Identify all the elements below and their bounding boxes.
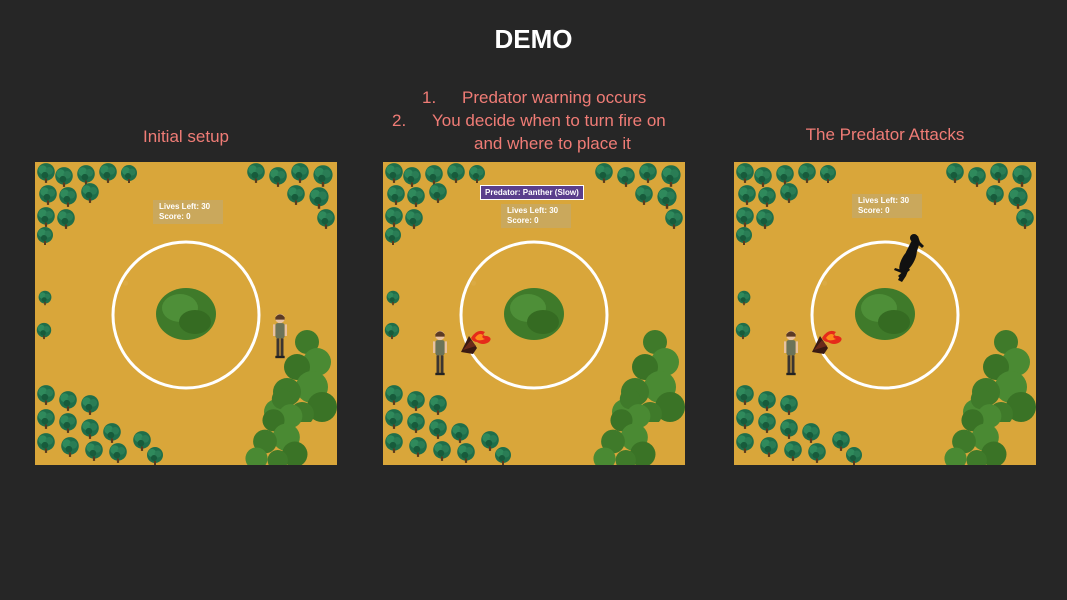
bush-icon (593, 330, 685, 465)
tree-cluster-icon (247, 163, 335, 229)
tree-cluster-icon (595, 163, 683, 229)
score: Score: 0 (858, 206, 890, 215)
tree-cluster-icon (946, 163, 1034, 229)
panther-icon[interactable] (894, 234, 924, 282)
player-character-icon[interactable] (433, 330, 447, 376)
player-character-icon[interactable] (784, 330, 798, 376)
central-bush-icon (504, 288, 564, 340)
score: Score: 0 (159, 212, 191, 221)
tree-cluster-icon (736, 163, 836, 245)
step-1-text: Predator warning occurs (462, 88, 647, 107)
tree-cluster-icon (385, 163, 485, 245)
tree-cluster-icon (735, 290, 862, 465)
step-2-number: 2. (392, 111, 407, 130)
bush-icon (245, 330, 337, 465)
bush-icon (944, 330, 1036, 465)
tree-cluster-icon (37, 163, 137, 245)
step-2-text-continued: and where to place it (474, 134, 631, 153)
step-2-text: You decide when to turn fire on (432, 111, 666, 130)
tree-cluster-icon (36, 290, 163, 465)
central-bush-icon (855, 288, 915, 340)
hud-status: Lives Left: 30 Score: 0 (501, 204, 571, 228)
hud-status: Lives Left: 30 Score: 0 (852, 194, 922, 218)
slide-title: DEMO (494, 24, 573, 54)
instruction-steps: 1. Predator warning occurs 2. You decide… (380, 86, 710, 155)
hud-status: Lives Left: 30 Score: 0 (153, 200, 223, 224)
lives-left: Lives Left: 30 (507, 206, 559, 215)
game-panel-predator-warning: Predator: Panther (Slow) Lives Left: 30 … (383, 162, 685, 465)
caption-initial-setup: Initial setup (143, 127, 229, 146)
player-character-icon[interactable] (273, 313, 287, 359)
lives-left: Lives Left: 30 (159, 202, 211, 211)
step-2: 2. You decide when to turn fire on (380, 109, 710, 132)
game-panel-initial-setup: Lives Left: 30 Score: 0 (35, 162, 337, 465)
step-1: 1. Predator warning occurs (380, 86, 710, 109)
step-1-number: 1. (422, 88, 437, 107)
game-panel-predator-attacks: Lives Left: 30 Score: 0 (734, 162, 1036, 465)
score: Score: 0 (507, 216, 539, 225)
predator-warning-banner: Predator: Panther (Slow) (480, 185, 584, 200)
step-2-continued: and where to place it (380, 132, 710, 155)
lives-left: Lives Left: 30 (858, 196, 910, 205)
central-bush-icon (156, 288, 216, 340)
tree-cluster-icon (384, 290, 511, 465)
caption-predator-attacks: The Predator Attacks (805, 125, 965, 144)
